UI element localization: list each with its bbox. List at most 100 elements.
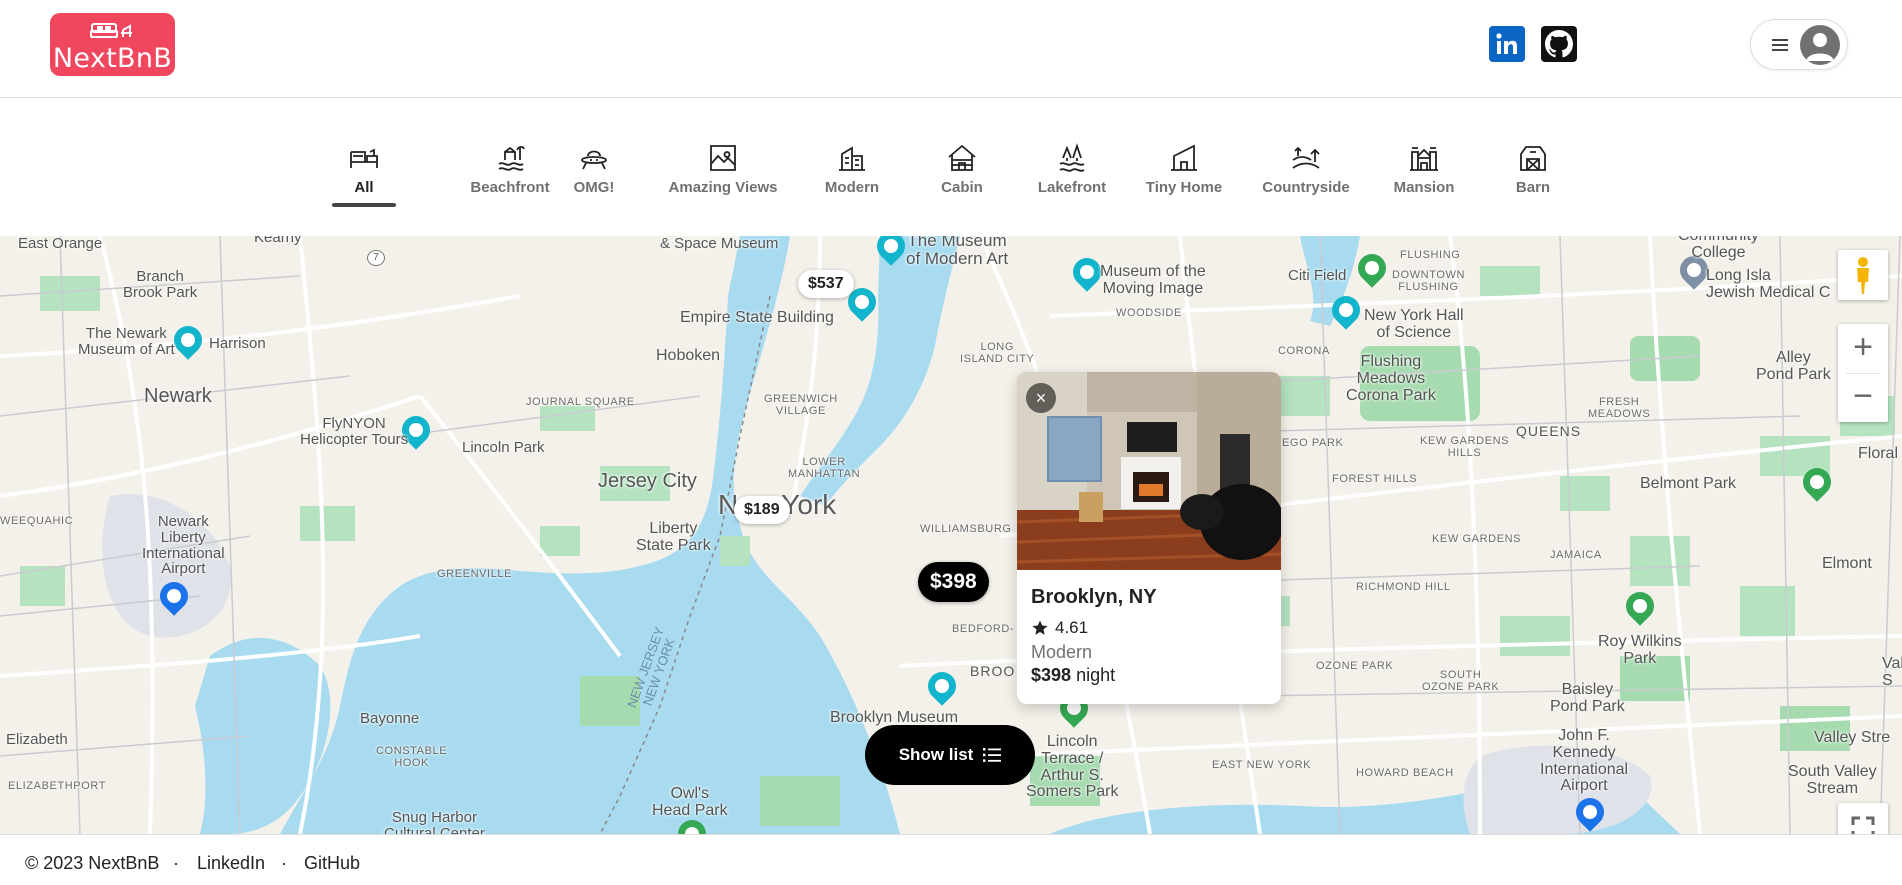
map-label: DOWNTOWN FLUSHING bbox=[1392, 269, 1466, 293]
map-label: Citi Field bbox=[1288, 267, 1347, 284]
header: NextBnB bbox=[0, 0, 1902, 98]
category-label: Amazing Views bbox=[668, 179, 778, 196]
map-label: Flushing Meadows Corona Park bbox=[1346, 353, 1436, 404]
category-barn[interactable]: Barn bbox=[1510, 137, 1556, 209]
zoom-out-button[interactable]: − bbox=[1838, 373, 1888, 422]
category-tiny-home[interactable]: Tiny Home bbox=[1145, 137, 1223, 209]
category-all[interactable]: All bbox=[332, 137, 396, 209]
map-label: EAST NEW YORK bbox=[1212, 759, 1312, 771]
listing-photo[interactable]: × bbox=[1017, 372, 1281, 570]
map-label: Roy Wilkins Park bbox=[1598, 633, 1682, 667]
category-label: Countryside bbox=[1262, 179, 1350, 196]
map-label: Intrepid Sea, Air & Space Museum bbox=[660, 236, 779, 252]
map-label: GREENVILLE bbox=[437, 568, 513, 580]
list-icon bbox=[983, 748, 1002, 762]
countryside-icon bbox=[1292, 146, 1320, 169]
map[interactable]: East Orange Kearny 7 Branch Brook Park T… bbox=[0, 236, 1902, 834]
map-label: JAMAICA bbox=[1550, 549, 1602, 561]
logo-text: NextBnB bbox=[52, 43, 173, 74]
category-cabin[interactable]: Cabin bbox=[938, 137, 986, 209]
category-omg[interactable]: OMG! bbox=[566, 137, 622, 209]
map-label: Belmont Park bbox=[1640, 475, 1737, 492]
category-label: Modern bbox=[824, 179, 880, 196]
map-label: FlyNYON Helicopter Tours bbox=[300, 415, 409, 448]
category-label: OMG! bbox=[573, 179, 615, 196]
map-label: Branch Brook Park bbox=[123, 268, 198, 301]
category-lakefront[interactable]: Lakefront bbox=[1036, 137, 1108, 209]
listing-photo-image bbox=[1017, 372, 1281, 570]
category-mansion[interactable]: Mansion bbox=[1392, 137, 1456, 209]
map-label: BROO bbox=[970, 663, 1016, 679]
map-label: South Valley Stream bbox=[1788, 763, 1877, 797]
map-label: WOODSIDE bbox=[1116, 307, 1182, 319]
listing-price: $398 night bbox=[1031, 665, 1115, 686]
category-countryside[interactable]: Countryside bbox=[1260, 137, 1352, 209]
footer-github-link[interactable]: GitHub bbox=[304, 853, 360, 874]
map-label: KEW GARDENS HILLS bbox=[1420, 435, 1510, 459]
map-label: QUEENS bbox=[1516, 423, 1582, 439]
price-pin[interactable]: $537 bbox=[798, 270, 854, 298]
github-icon bbox=[1545, 30, 1573, 58]
map-label: Valley Stre bbox=[1814, 729, 1891, 746]
map-label: Alley Pond Park bbox=[1756, 349, 1831, 383]
map-label: ELIZABETHPORT bbox=[8, 780, 107, 792]
map-label: FLUSHING bbox=[1400, 249, 1461, 261]
listing-card[interactable]: × Brooklyn, NY 4.61 Modern $398 night bbox=[1017, 372, 1281, 704]
map-label: Elmont bbox=[1822, 555, 1872, 572]
category-label: Tiny Home bbox=[1145, 179, 1223, 196]
map-label: BEDFORD- bbox=[952, 623, 1015, 635]
show-list-button[interactable]: Show list bbox=[865, 725, 1035, 785]
map-label: John F. Kennedy International Airport bbox=[1540, 727, 1629, 795]
map-label: Long Isla Jewish Medical C bbox=[1706, 267, 1831, 301]
user-avatar-icon bbox=[1806, 33, 1834, 61]
footer-separator: · bbox=[281, 853, 287, 873]
linkedin-link[interactable] bbox=[1489, 26, 1525, 62]
map-label: HOWARD BEACH bbox=[1356, 767, 1454, 779]
pegman-icon bbox=[1857, 257, 1869, 294]
nextbnb-logo[interactable]: NextBnB bbox=[50, 13, 175, 76]
zoom-control: + − bbox=[1838, 324, 1888, 422]
close-card-button[interactable]: × bbox=[1026, 383, 1056, 413]
avatar bbox=[1800, 25, 1840, 65]
map-label: LONG ISLAND CITY bbox=[960, 341, 1035, 365]
map-label: Harrison bbox=[209, 335, 266, 352]
map-label: Lincoln Terrace / Arthur S. Somers Park bbox=[1026, 733, 1119, 801]
user-menu-button[interactable] bbox=[1750, 19, 1848, 70]
map-label: Liberty State Park bbox=[636, 520, 711, 554]
route-shield: 7 bbox=[367, 250, 385, 266]
map-label: EGO PARK bbox=[1282, 437, 1344, 449]
github-link[interactable] bbox=[1541, 26, 1577, 62]
price-pin[interactable]: $189 bbox=[734, 496, 790, 524]
listing-category: Modern bbox=[1031, 642, 1093, 662]
category-modern[interactable]: Modern bbox=[822, 137, 882, 209]
map-label: FRESH MEADOWS bbox=[1588, 396, 1651, 420]
show-list-label: Show list bbox=[898, 745, 974, 764]
map-label: JOURNAL SQUARE bbox=[526, 396, 635, 408]
category-amazing-views[interactable]: Amazing Views bbox=[667, 137, 779, 209]
map-label: Baisley Pond Park bbox=[1550, 681, 1625, 715]
map-label: Owl's Head Park bbox=[652, 785, 728, 819]
category-beachfront[interactable]: Beachfront bbox=[465, 137, 555, 209]
price-pin-active[interactable]: $398 bbox=[918, 562, 989, 602]
zoom-in-button[interactable]: + bbox=[1838, 324, 1888, 373]
map-label: Kearny bbox=[254, 236, 302, 246]
ufo-icon bbox=[581, 150, 607, 170]
map-label: RICHMOND HILL bbox=[1356, 581, 1451, 593]
map-label: Jersey City bbox=[598, 470, 697, 492]
map-label: CONSTABLE HOOK bbox=[376, 745, 448, 769]
category-bar: All Beachfront OMG! Amazing Views Modern… bbox=[0, 99, 1902, 236]
category-label: Cabin bbox=[941, 179, 983, 196]
mountain-view-icon bbox=[710, 145, 736, 171]
map-label: WILLIAMSBURG bbox=[920, 523, 1012, 535]
map-label: Empire State Building bbox=[680, 309, 834, 326]
map-label: OZONE PARK bbox=[1316, 660, 1394, 672]
fullscreen-button[interactable] bbox=[1838, 803, 1888, 834]
map-label: WEEQUAHIC bbox=[0, 515, 74, 527]
street-view-pegman[interactable] bbox=[1838, 250, 1888, 300]
map-label: Newark bbox=[144, 385, 212, 407]
map-label: New York Hall of Science bbox=[1364, 307, 1464, 341]
map-label: Newark Liberty International Airport bbox=[142, 513, 225, 578]
bed-logo-icon bbox=[90, 23, 132, 38]
listing-rating: 4.61 bbox=[1031, 618, 1088, 638]
footer-linkedin-link[interactable]: LinkedIn bbox=[197, 853, 265, 874]
